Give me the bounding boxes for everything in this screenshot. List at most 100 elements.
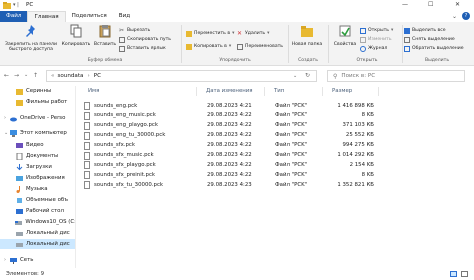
- nav-item-label: Загрузки: [26, 164, 52, 170]
- column-header-name[interactable]: Имя: [88, 86, 99, 96]
- create-group-label: Создать: [298, 58, 318, 63]
- column-divider[interactable]: [322, 87, 323, 96]
- nav-item-network[interactable]: › Сеть: [0, 255, 75, 265]
- file-date: 29.08.2023 4:22: [207, 112, 252, 119]
- ribbon-divider: [288, 25, 289, 63]
- large-icons-view-icon[interactable]: [461, 271, 468, 277]
- column-divider[interactable]: [196, 87, 197, 96]
- column-header-type[interactable]: Тип: [274, 86, 284, 96]
- address-field[interactable]: « soundata › PC ⌄ ↻: [46, 70, 317, 82]
- edit-button[interactable]: Изменить: [360, 36, 392, 43]
- table-row[interactable]: sounds_eng.pck 29.08.2023 4:21 Файл "PCK…: [84, 101, 460, 111]
- image-icon: [16, 175, 23, 181]
- invert-selection-button[interactable]: Обратить выделение: [404, 45, 464, 52]
- file-icon: [84, 141, 90, 150]
- nav-item-onedrive[interactable]: › OneDrive - Perso: [0, 113, 75, 123]
- properties-button[interactable]: Свойства: [330, 24, 360, 47]
- file-type: Файл "PCK": [275, 161, 308, 168]
- file-date: 29.08.2023 4:22: [207, 142, 252, 149]
- copy-to-button[interactable]: Копировать в ▾: [186, 43, 231, 50]
- nav-item-documents[interactable]: Документы: [0, 151, 75, 161]
- expand-ribbon-icon[interactable]: ⌄: [452, 13, 457, 20]
- nav-item-downloads[interactable]: Загрузки: [0, 162, 75, 172]
- close-button[interactable]: ✕: [455, 1, 460, 8]
- nav-item-local-disk-selected[interactable]: Локальный дис: [0, 239, 75, 249]
- help-icon[interactable]: ?: [462, 12, 470, 20]
- copy-button[interactable]: Копировать: [60, 24, 92, 47]
- nav-item-pictures[interactable]: Изображения: [0, 173, 75, 183]
- open-button[interactable]: Открыть ▾: [360, 27, 393, 34]
- tab-view[interactable]: Вид: [113, 11, 136, 22]
- nav-item-label: OneDrive - Perso: [20, 115, 66, 121]
- refresh-icon[interactable]: ↻: [305, 72, 310, 79]
- nav-item-music[interactable]: Музыка: [0, 184, 75, 194]
- title-bar: ▾ | PC — ☐ ✕: [0, 0, 474, 11]
- file-type: Файл "PCK": [275, 142, 308, 149]
- invert-selection-label: Обратить выделение: [412, 46, 464, 51]
- file-name: sounds_sfx_playgo.pck: [94, 161, 156, 168]
- nav-item-desktop[interactable]: Рабочий стол: [0, 206, 75, 216]
- nav-item-label: Windows10_OS (C:: [25, 219, 76, 225]
- select-none-label: Снять выделение: [412, 37, 455, 42]
- delete-label: Удалить: [245, 31, 266, 36]
- column-header-date[interactable]: Дата изменения: [206, 86, 253, 96]
- nav-item-folder[interactable]: Фильмы работ: [0, 97, 75, 107]
- column-divider[interactable]: [264, 87, 265, 96]
- table-row[interactable]: sounds_eng_music.pck 29.08.2023 4:22 Фай…: [84, 111, 460, 121]
- file-date: 29.08.2023 4:21: [207, 102, 252, 109]
- tab-share[interactable]: Поделиться: [66, 11, 113, 22]
- quick-access-toolbar[interactable]: ▾ |: [13, 2, 19, 8]
- table-row[interactable]: sounds_sfx_playgo.pck 29.08.2023 4:22 Фа…: [84, 160, 460, 170]
- recent-chevron-icon[interactable]: ⌄: [24, 72, 28, 78]
- back-arrow-icon[interactable]: ←: [4, 72, 9, 79]
- table-row[interactable]: sounds_eng_playgo.pck 29.08.2023 4:22 Фа…: [84, 121, 460, 131]
- paste-shortcut-button[interactable]: Вставить ярлык: [119, 45, 166, 52]
- history-button[interactable]: Журнал: [360, 45, 387, 52]
- details-view-icon[interactable]: [450, 271, 457, 277]
- search-input[interactable]: ⚲ Поиск в: PC: [327, 70, 465, 82]
- shortcut-icon: [119, 45, 125, 52]
- new-folder-button[interactable]: Новая папка: [290, 24, 324, 47]
- nav-item-label: Фильмы работ: [26, 99, 68, 105]
- file-name: sounds_sfx_music.pck: [94, 152, 154, 158]
- delete-button[interactable]: ✕ Удалить ▾: [237, 30, 269, 37]
- table-row[interactable]: sounds_sfx_music.pck 29.08.2023 4:22 Фай…: [84, 151, 460, 161]
- cut-button[interactable]: ✂ Вырезать: [119, 27, 150, 34]
- nav-item-label: Локальный дис: [26, 241, 70, 247]
- copy-path-button[interactable]: Скопировать путь: [119, 36, 171, 43]
- nav-item-local-disk[interactable]: Локальный дис: [0, 228, 75, 238]
- nav-item-drive-c[interactable]: Windows10_OS (C:: [0, 217, 76, 227]
- rename-button[interactable]: Переименовать: [237, 43, 283, 50]
- nav-item-videos[interactable]: Видео: [0, 140, 75, 150]
- nav-item-label: Документы: [26, 153, 59, 159]
- tab-home[interactable]: Главная: [27, 11, 66, 22]
- nav-item-this-pc[interactable]: ⌄ Этот компьютер: [0, 128, 75, 138]
- column-divider[interactable]: [378, 87, 379, 96]
- pin-quick-access-button[interactable]: Закрепить на панели быстрого доступа: [2, 24, 60, 53]
- paste-button[interactable]: Вставить: [92, 24, 118, 47]
- scissors-icon: ✂: [119, 26, 125, 34]
- file-icon: [84, 171, 90, 180]
- table-row[interactable]: sounds_sfx_tu_30000.pck 29.08.2023 4:23 …: [84, 180, 460, 190]
- file-size: 25 552 КБ: [345, 132, 374, 139]
- column-header-size[interactable]: Размер: [332, 86, 352, 96]
- nav-item-folder[interactable]: Серинны: [0, 86, 75, 96]
- nav-item-3d-objects[interactable]: Объемные объ: [0, 195, 75, 205]
- file-type: Файл "PCK": [275, 112, 308, 119]
- file-icon: [84, 111, 90, 120]
- address-dropdown-icon[interactable]: ⌄: [293, 73, 297, 79]
- move-to-button[interactable]: Переместить в ▾: [186, 30, 234, 37]
- tab-file[interactable]: Файл: [0, 11, 28, 22]
- path-segment-current[interactable]: PC: [94, 73, 101, 79]
- move-to-label: Переместить в: [194, 31, 231, 36]
- path-segment-root[interactable]: soundata: [57, 73, 83, 79]
- maximize-button[interactable]: ☐: [428, 1, 433, 8]
- table-row[interactable]: sounds_sfx_preinit.pck 29.08.2023 4:22 Ф…: [84, 170, 460, 180]
- up-arrow-icon[interactable]: ↑: [33, 72, 38, 79]
- table-row[interactable]: sounds_sfx.pck 29.08.2023 4:22 Файл "PCK…: [84, 141, 460, 151]
- select-all-button[interactable]: Выделить все: [404, 27, 446, 34]
- forward-arrow-icon[interactable]: →: [14, 72, 19, 79]
- table-row[interactable]: sounds_eng_tu_30000.pck 29.08.2023 4:22 …: [84, 131, 460, 141]
- select-none-button[interactable]: Снять выделение: [404, 36, 455, 43]
- minimize-button[interactable]: —: [402, 1, 408, 8]
